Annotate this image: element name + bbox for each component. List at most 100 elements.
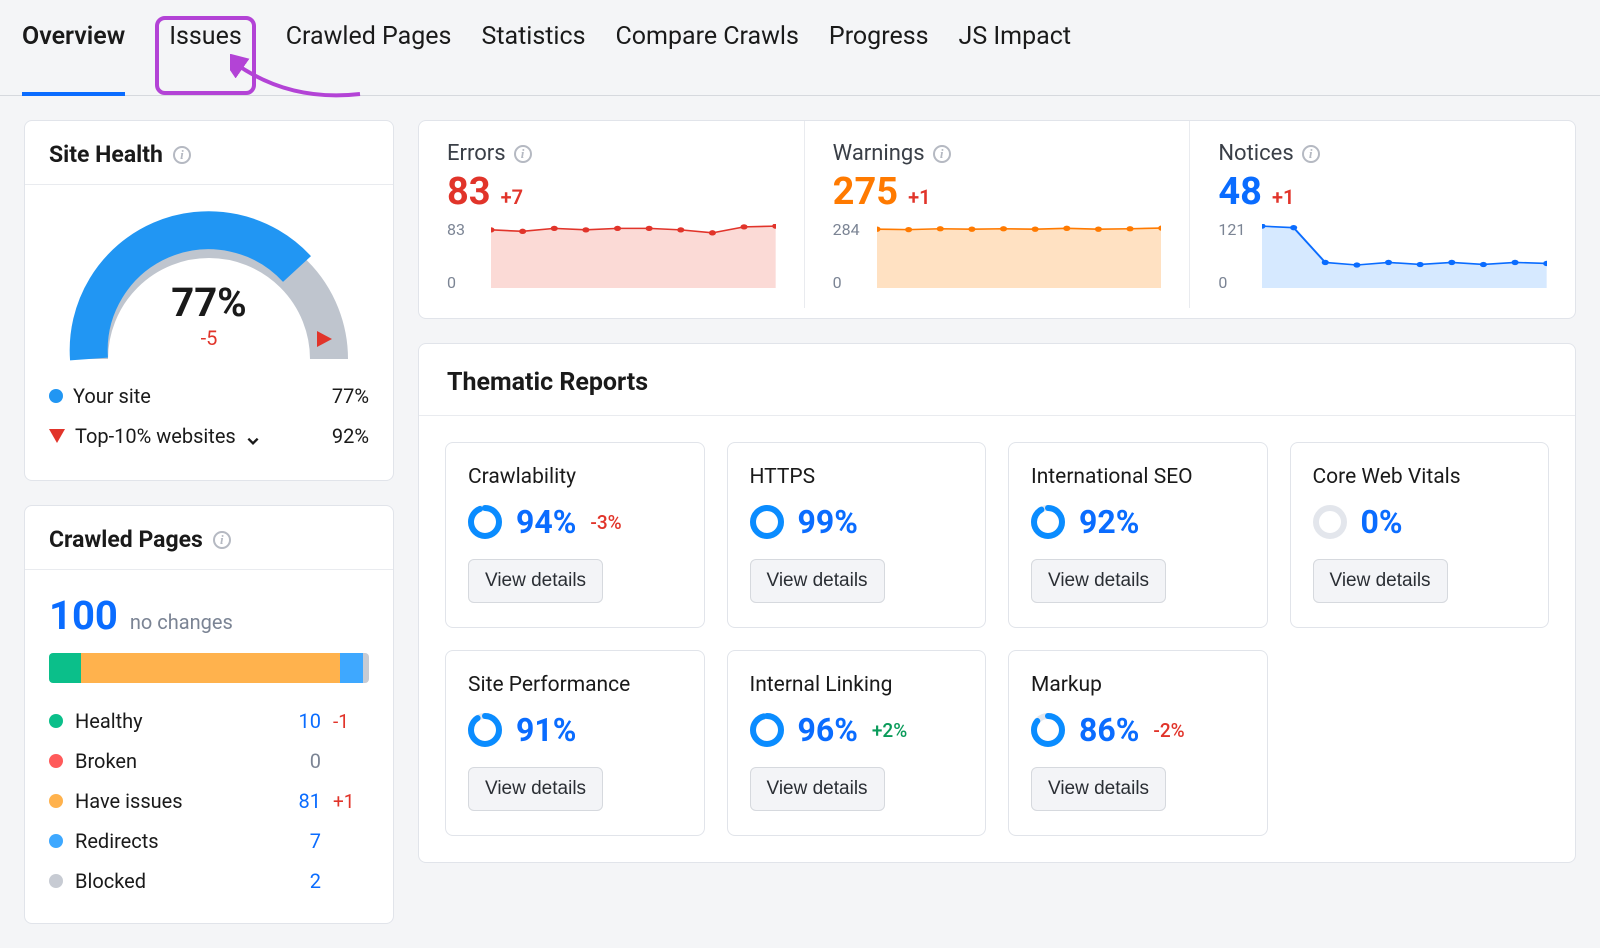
crawled-pages-total: 100 xyxy=(49,592,118,639)
spark-max-label: 121 xyxy=(1218,220,1245,239)
issue-count: 83 xyxy=(447,170,491,214)
progress-ring-icon xyxy=(1313,505,1347,539)
dot-icon xyxy=(49,794,63,808)
crawled-pages-bar xyxy=(49,653,369,683)
dot-icon xyxy=(49,874,63,888)
view-details-button[interactable]: View details xyxy=(1313,559,1448,603)
breakdown-value[interactable]: 2 xyxy=(285,869,321,893)
issue-col-notices[interactable]: Notices i 48 +1 121 0 xyxy=(1189,121,1575,308)
issue-sparkline: 121 0 xyxy=(1218,224,1547,288)
spark-max-label: 83 xyxy=(447,220,465,239)
report-delta: +2% xyxy=(872,719,907,742)
tab-progress[interactable]: Progress xyxy=(829,22,929,95)
view-details-button[interactable]: View details xyxy=(1031,767,1166,811)
tab-bar: Overview Issues Crawled Pages Statistics Com… xyxy=(0,0,1600,96)
issue-title-text: Errors xyxy=(447,141,506,166)
breakdown-row-healthy: Healthy10-1 xyxy=(49,701,369,741)
report-title: Crawlability xyxy=(468,465,682,489)
chevron-down-icon xyxy=(246,429,260,443)
progress-ring-icon xyxy=(750,505,784,539)
breakdown-label: Blocked xyxy=(75,869,273,893)
report-card-https: HTTPS 99% View details xyxy=(727,442,987,628)
report-card-markup: Markup 86% -2% View details xyxy=(1008,650,1268,836)
tab-statistics[interactable]: Statistics xyxy=(481,22,585,95)
progress-ring-icon xyxy=(750,713,784,747)
issues-summary-card: Errors i 83 +7 83 0 Warnings i 275 +1 28… xyxy=(418,120,1576,319)
tab-compare-crawls[interactable]: Compare Crawls xyxy=(616,22,799,95)
spark-max-label: 284 xyxy=(833,220,860,239)
report-pct: 91% xyxy=(516,711,576,749)
breakdown-value[interactable]: 7 xyxy=(285,829,321,853)
site-health-delta: -5 xyxy=(201,326,218,350)
report-card-core-web-vitals: Core Web Vitals 0% View details xyxy=(1290,442,1550,628)
view-details-button[interactable]: View details xyxy=(468,767,603,811)
view-details-button[interactable]: View details xyxy=(750,559,885,603)
site-health-value: 77% xyxy=(171,279,246,326)
tab-highlight: Issues xyxy=(155,16,256,95)
view-details-button[interactable]: View details xyxy=(1031,559,1166,603)
dot-icon xyxy=(49,834,63,848)
breakdown-label: Broken xyxy=(75,749,273,773)
issue-col-errors[interactable]: Errors i 83 +7 83 0 xyxy=(419,121,804,308)
spark-min-label: 0 xyxy=(1218,273,1227,292)
info-icon[interactable]: i xyxy=(1302,145,1320,163)
crawled-pages-breakdown: Healthy10-1Broken0Have issues81+1Redirec… xyxy=(49,701,369,901)
crawled-pages-title: Crawled Pages xyxy=(49,526,203,553)
thematic-reports-title: Thematic Reports xyxy=(447,368,648,397)
thematic-reports-card: Thematic Reports Crawlability 94% -3% Vi… xyxy=(418,343,1576,863)
tab-issues[interactable]: Issues xyxy=(169,22,242,73)
tab-overview[interactable]: Overview xyxy=(22,22,125,95)
issue-title-text: Notices xyxy=(1218,141,1293,166)
site-health-card: Site Health i 77% -5 Your site 77% xyxy=(24,120,394,481)
report-pct: 99% xyxy=(798,503,858,541)
site-health-title: Site Health xyxy=(49,141,163,168)
breakdown-row-blocked: Blocked 2 xyxy=(49,861,369,901)
breakdown-label: Have issues xyxy=(75,789,273,813)
bar-segment-redirects xyxy=(340,653,362,683)
view-details-button[interactable]: View details xyxy=(468,559,603,603)
legend-your-site: Your site 77% xyxy=(49,376,369,416)
info-icon[interactable]: i xyxy=(213,531,231,549)
report-pct: 96% xyxy=(798,711,858,749)
breakdown-value[interactable]: 81 xyxy=(285,789,321,813)
info-icon[interactable]: i xyxy=(514,145,532,163)
breakdown-delta: +1 xyxy=(333,790,369,813)
breakdown-label: Redirects xyxy=(75,829,273,853)
report-title: Core Web Vitals xyxy=(1313,465,1527,489)
triangle-down-icon xyxy=(49,429,65,443)
breakdown-value[interactable]: 0 xyxy=(285,749,321,773)
tab-js-impact[interactable]: JS Impact xyxy=(959,22,1071,95)
issue-sparkline: 83 0 xyxy=(447,224,776,288)
issue-count: 48 xyxy=(1218,170,1262,214)
issue-count: 275 xyxy=(833,170,898,214)
breakdown-row-redirects: Redirects 7 xyxy=(49,821,369,861)
spark-min-label: 0 xyxy=(447,273,456,292)
issue-delta: +1 xyxy=(1272,185,1294,209)
thematic-reports-grid: Crawlability 94% -3% View details HTTPS … xyxy=(419,416,1575,862)
info-icon[interactable]: i xyxy=(933,145,951,163)
breakdown-value[interactable]: 10 xyxy=(285,709,321,733)
dot-icon xyxy=(49,714,63,728)
report-card-international-seo: International SEO 92% View details xyxy=(1008,442,1268,628)
dot-icon xyxy=(49,754,63,768)
bar-segment-have_issues xyxy=(81,653,340,683)
issue-delta: +7 xyxy=(501,185,523,209)
report-card-site-performance: Site Performance 91% View details xyxy=(445,650,705,836)
breakdown-row-have_issues: Have issues 81 +1 xyxy=(49,781,369,821)
legend-top10[interactable]: Top-10% websites 92% xyxy=(49,416,369,456)
breakdown-delta: -1 xyxy=(333,710,369,733)
report-pct: 94% xyxy=(516,503,576,541)
tab-crawled-pages[interactable]: Crawled Pages xyxy=(286,22,452,95)
report-title: International SEO xyxy=(1031,465,1245,489)
report-pct: 0% xyxy=(1361,503,1403,541)
bar-segment-healthy xyxy=(49,653,81,683)
report-pct: 92% xyxy=(1079,503,1139,541)
report-title: HTTPS xyxy=(750,465,964,489)
info-icon[interactable]: i xyxy=(173,146,191,164)
progress-ring-icon xyxy=(1031,713,1065,747)
bar-segment-blocked xyxy=(363,653,369,683)
issue-col-warnings[interactable]: Warnings i 275 +1 284 0 xyxy=(804,121,1190,308)
view-details-button[interactable]: View details xyxy=(750,767,885,811)
issue-sparkline: 284 0 xyxy=(833,224,1162,288)
breakdown-row-broken: Broken 0 xyxy=(49,741,369,781)
